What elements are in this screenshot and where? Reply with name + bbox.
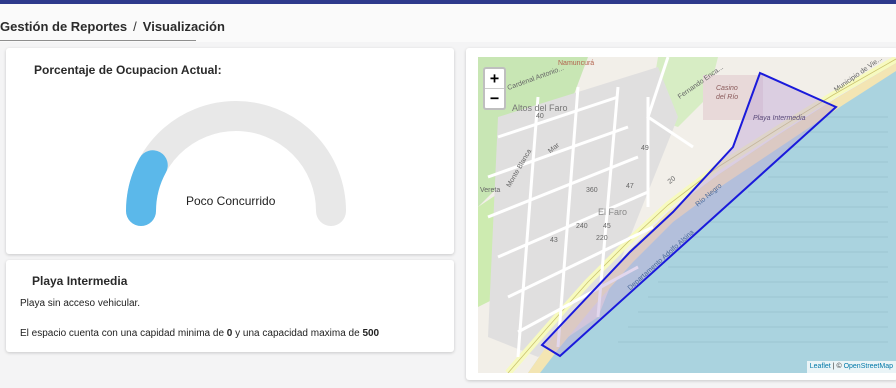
- beach-info-card: Playa Intermedia Playa sin acceso vehicu…: [6, 260, 454, 352]
- breadcrumb-underline: [0, 40, 196, 41]
- breadcrumb-current: Visualización: [142, 19, 225, 34]
- attribution-separator: | ©: [830, 363, 844, 370]
- breadcrumb: Gestión de Reportes / Visualización: [0, 19, 225, 41]
- capacity-middle: y una capacidad maxima de: [232, 328, 363, 339]
- map-label-43: 43: [550, 237, 558, 244]
- map-label-el-faro: El Faro: [598, 207, 628, 217]
- beach-access-text: Playa sin acceso vehicular.: [20, 298, 141, 309]
- breadcrumb-separator: /: [133, 19, 137, 34]
- map-label-49: 49: [641, 145, 649, 152]
- openstreetmap-link[interactable]: OpenStreetMap: [844, 363, 893, 370]
- zoom-out-button[interactable]: −: [485, 89, 504, 108]
- map-label-240: 240: [576, 223, 588, 230]
- capacity-prefix: El espacio cuenta con una capidad minima…: [20, 328, 227, 339]
- map-label-playa-intermedia: Playa Intermedia: [753, 115, 806, 122]
- occupancy-status-label: Poco Concurrido: [186, 194, 276, 208]
- map-label-casino: Casino: [716, 85, 738, 92]
- occupancy-card: Porcentaje de Ocupacion Actual: Poco Con…: [6, 48, 454, 254]
- leaflet-link[interactable]: Leaflet: [810, 363, 831, 370]
- map-label-220: 220: [596, 235, 608, 242]
- breadcrumb-section[interactable]: Gestión de Reportes: [0, 19, 127, 34]
- occupancy-title: Porcentaje de Ocupacion Actual:: [34, 63, 222, 77]
- map-label-del-rio: del Río: [716, 94, 739, 101]
- map-view[interactable]: Namuncurá Cardenal Antonio... Altos del …: [478, 57, 896, 373]
- map-label-360: 360: [586, 187, 598, 194]
- map-attribution: Leaflet | © OpenStreetMap: [806, 361, 896, 373]
- map-label-40: 40: [536, 113, 544, 120]
- beach-capacity-text: El espacio cuenta con una capidad minima…: [20, 328, 379, 339]
- header-bar: Gestión de Reportes / Visualización: [0, 4, 896, 42]
- zoom-in-button[interactable]: +: [485, 69, 504, 89]
- map-label-altos-del-faro: Altos del Faro: [512, 103, 568, 113]
- gauge-fill: [126, 150, 168, 226]
- beach-name: Playa Intermedia: [32, 274, 128, 288]
- map-label-47: 47: [626, 183, 634, 190]
- map-label-45: 45: [603, 223, 611, 230]
- map-label-vereta: Vereta: [480, 187, 501, 194]
- zoom-control: + −: [483, 67, 506, 110]
- max-capacity-value: 500: [362, 328, 380, 339]
